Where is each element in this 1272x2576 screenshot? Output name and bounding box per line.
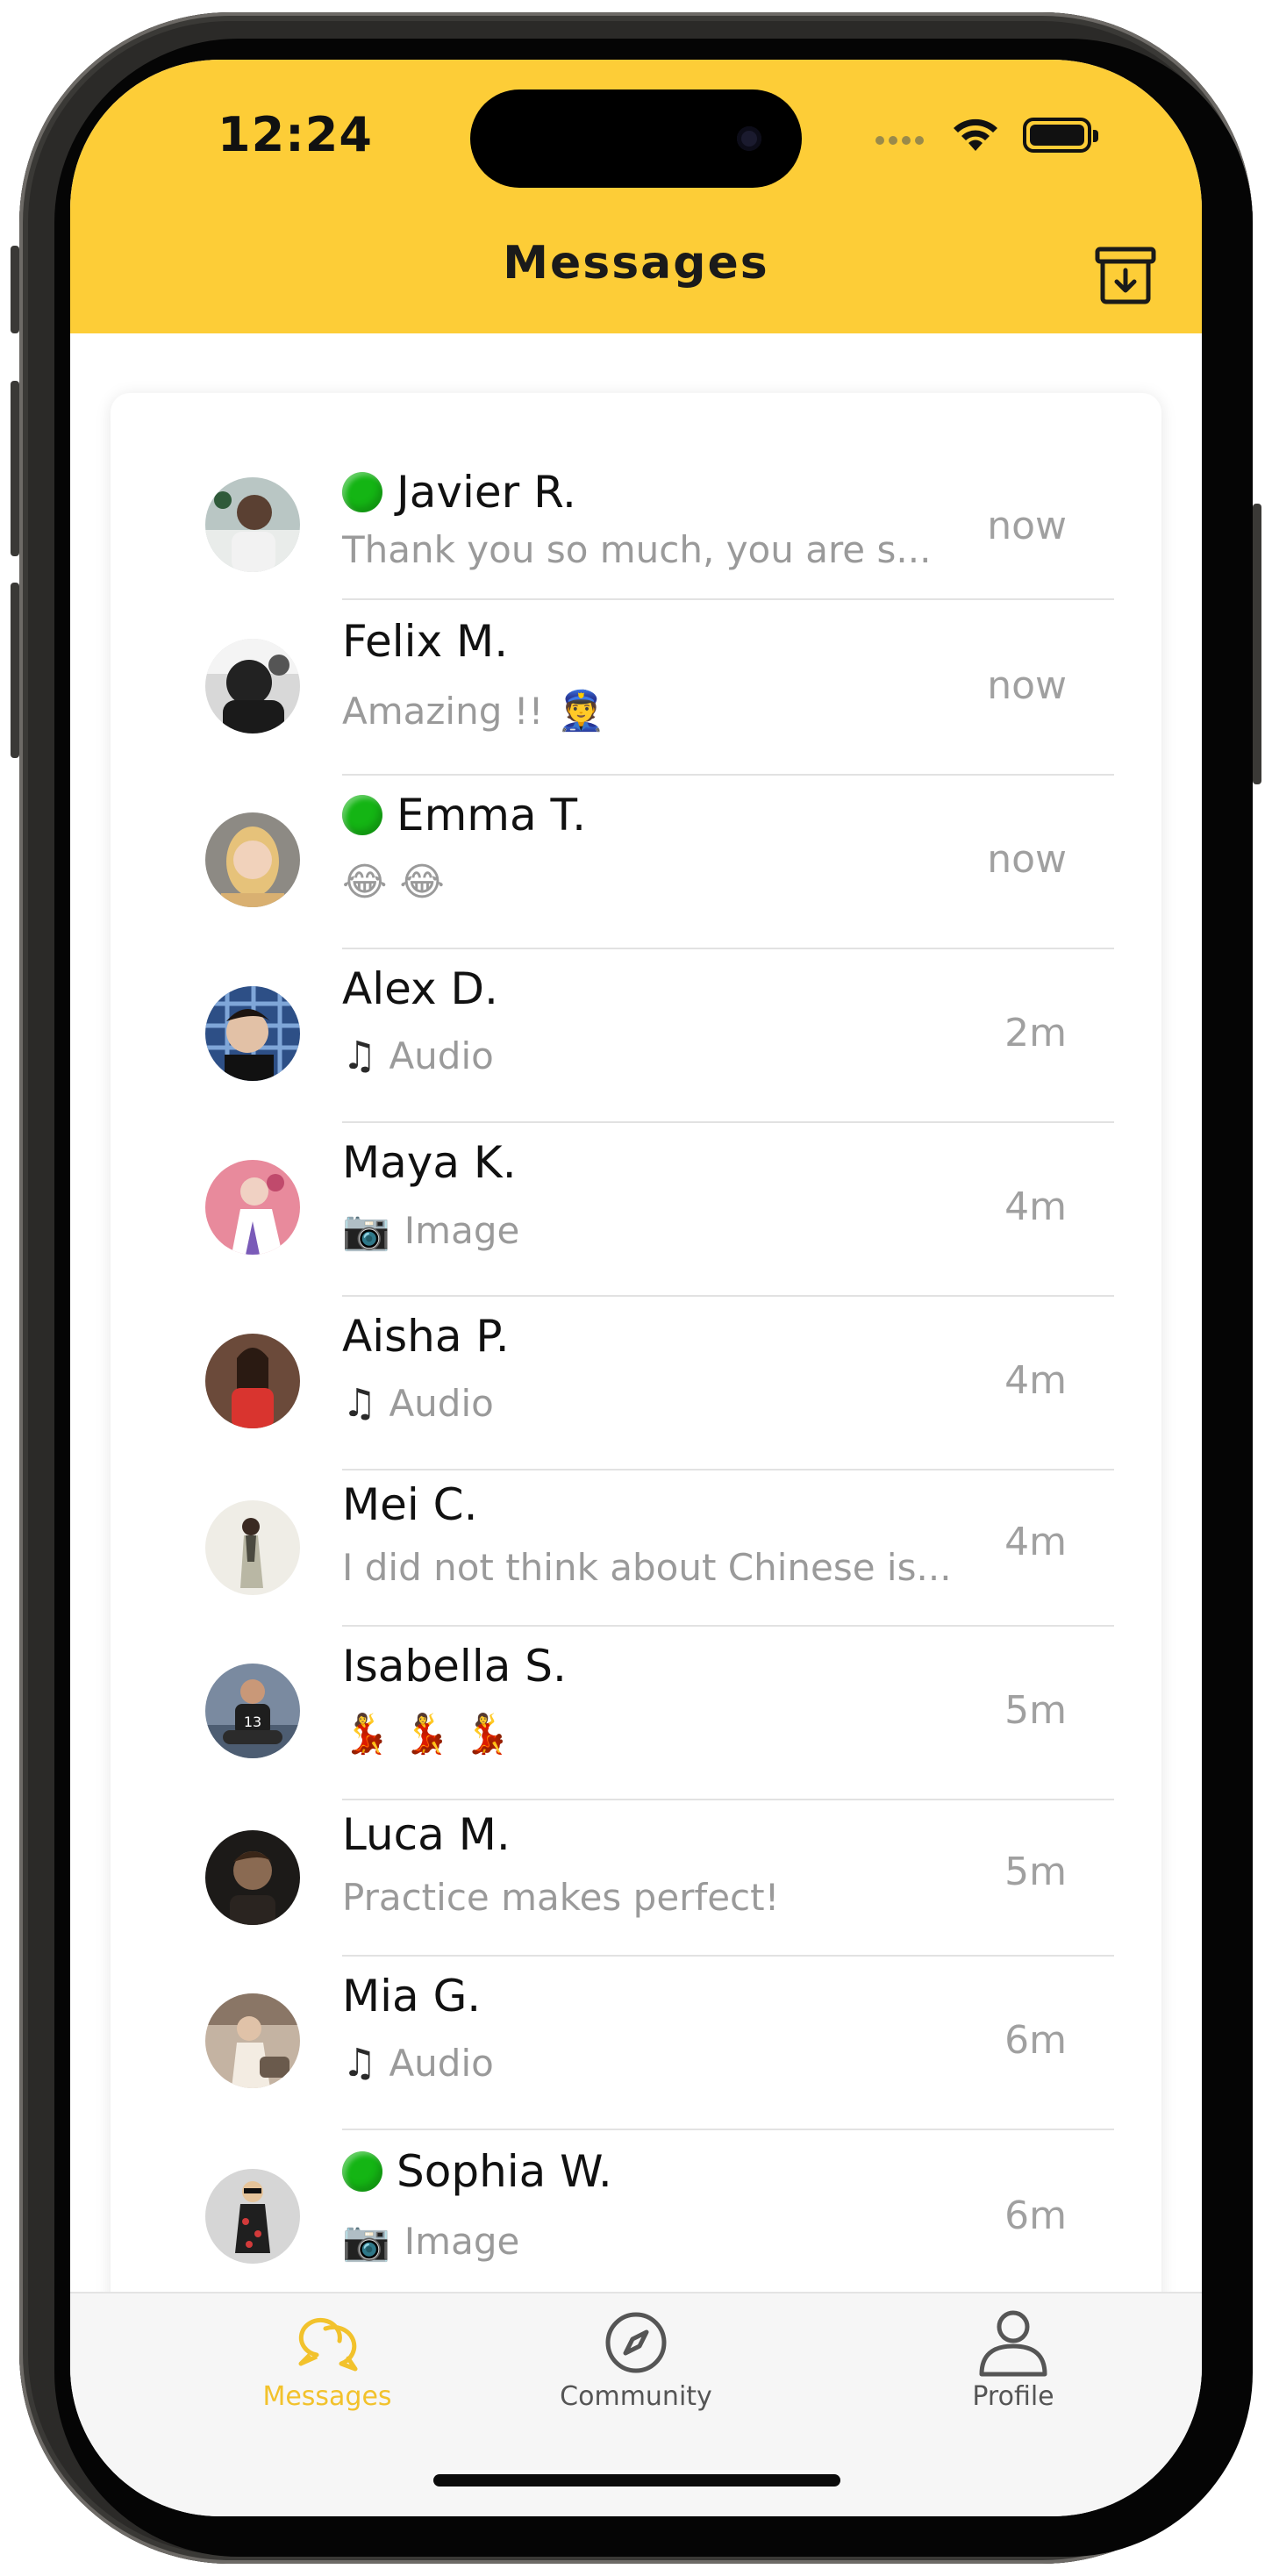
message-preview: ♫ Audio <box>342 1381 494 1426</box>
message-time: 2m <box>1004 1011 1067 1055</box>
camera-icon: 📷 <box>342 2219 390 2264</box>
conversation-row[interactable]: Luca M. Practice makes perfect! 5m <box>111 1800 1161 1957</box>
conversation-list: Javier R. Thank you so much, you are s..… <box>111 393 1161 2411</box>
message-preview: ♫ Audio <box>342 1034 494 1078</box>
message-time: now <box>987 663 1067 708</box>
message-preview: ♫ Audio <box>342 2041 494 2086</box>
battery-icon <box>1023 118 1098 153</box>
contact-name: Aisha P. <box>342 1311 510 1362</box>
music-note-icon: ♫ <box>342 1034 377 1078</box>
status-icons <box>875 112 1104 156</box>
svg-text:13: 13 <box>244 1714 261 1730</box>
conversation-row[interactable]: Sophia W. 📷 Image 6m <box>111 2130 1161 2306</box>
conversation-row[interactable]: Aisha P. ♫ Audio 4m <box>111 1297 1161 1470</box>
status-time: 12:24 <box>218 107 373 162</box>
page-title: Messages <box>503 237 769 290</box>
conversation-row[interactable]: Mei C. I did not think about Chinese is.… <box>111 1470 1161 1627</box>
archive-download-icon[interactable] <box>1094 244 1157 307</box>
message-time: 4m <box>1004 1184 1067 1229</box>
message-preview: 📷 Image <box>342 1208 520 1253</box>
contact-name: Mia G. <box>342 1971 482 2021</box>
tab-label: Community <box>560 2381 712 2412</box>
chat-bubbles-icon <box>298 2317 358 2372</box>
tab-profile[interactable]: Profile <box>882 2306 1145 2412</box>
dynamic-island <box>470 89 802 188</box>
app-header: 12:24 Messages <box>70 60 1202 333</box>
contact-name: Alex D. <box>342 963 498 1014</box>
avatar <box>205 639 300 733</box>
message-time: 4m <box>1004 1520 1067 1564</box>
message-preview: I did not think about Chinese is... <box>342 1546 952 1589</box>
mute-switch <box>11 246 19 333</box>
conversation-row[interactable]: Javier R. Thank you so much, you are s..… <box>111 393 1161 600</box>
message-preview: Practice makes perfect! <box>342 1876 780 1919</box>
message-preview: 😂 😂 <box>342 860 445 905</box>
avatar <box>205 1334 300 1428</box>
message-preview: 💃 💃 💃 <box>342 1712 511 1757</box>
avatar <box>205 1160 300 1255</box>
wifi-icon <box>954 118 997 151</box>
avatar <box>205 1830 300 1925</box>
app-screen: 12:24 Messages Javier R. Thank you so mu… <box>70 60 1202 2516</box>
power-button <box>1253 504 1261 784</box>
contact-name: Mei C. <box>342 1479 478 1530</box>
volume-down-button <box>11 583 19 758</box>
message-time: 6m <box>1004 2193 1067 2238</box>
message-preview: 📷 Image <box>342 2219 520 2264</box>
avatar <box>205 1500 300 1595</box>
tab-label: Messages <box>262 2381 392 2412</box>
avatar <box>205 986 300 1081</box>
contact-name: Sophia W. <box>397 2146 612 2197</box>
home-indicator[interactable] <box>433 2474 840 2487</box>
message-preview: Amazing !! 👮 <box>342 689 606 733</box>
avatar: 13 <box>205 1664 300 1758</box>
contact-name: Felix M. <box>342 616 509 667</box>
online-status-icon <box>342 795 382 835</box>
music-note-icon: ♫ <box>342 1381 377 1426</box>
avatar <box>205 477 300 572</box>
avatar <box>205 812 300 907</box>
tab-messages[interactable]: Messages <box>196 2306 459 2412</box>
contact-name: Maya K. <box>342 1137 517 1188</box>
conversation-row[interactable]: 13 Isabella S. 💃 💃 💃 5m <box>111 1627 1161 1800</box>
conversation-row[interactable]: Mia G. ♫ Audio 6m <box>111 1957 1161 2130</box>
conversation-row[interactable]: Maya K. 📷 Image 4m <box>111 1123 1161 1297</box>
signal-dots-icon <box>875 132 928 148</box>
avatar <box>205 1993 300 2088</box>
music-note-icon: ♫ <box>342 2041 377 2086</box>
contact-name: Isabella S. <box>342 1641 567 1692</box>
contact-name: Luca M. <box>342 1809 511 1860</box>
contact-name: Javier R. <box>397 467 576 518</box>
compass-icon <box>605 2312 667 2373</box>
conversation-row[interactable]: Alex D. ♫ Audio 2m <box>111 949 1161 1123</box>
tab-community[interactable]: Community <box>504 2306 768 2412</box>
online-status-icon <box>342 472 382 512</box>
contact-name: Emma T. <box>397 790 587 841</box>
message-time: 5m <box>1004 1688 1067 1733</box>
volume-up-button <box>11 381 19 556</box>
message-preview: Thank you so much, you are s... <box>342 528 932 571</box>
person-icon <box>979 2310 1047 2377</box>
online-status-icon <box>342 2151 382 2192</box>
message-time: now <box>987 837 1067 882</box>
message-time: 5m <box>1004 1850 1067 1894</box>
conversation-row[interactable]: Emma T. 😂 😂 now <box>111 776 1161 949</box>
message-time: now <box>987 504 1067 548</box>
message-time: 4m <box>1004 1358 1067 1403</box>
conversation-row[interactable]: Felix M. Amazing !! 👮 now <box>111 600 1161 776</box>
camera-icon <box>737 126 761 151</box>
avatar <box>205 2169 300 2264</box>
camera-icon: 📷 <box>342 1208 390 1253</box>
message-time: 6m <box>1004 2018 1067 2063</box>
tab-label: Profile <box>972 2381 1054 2412</box>
